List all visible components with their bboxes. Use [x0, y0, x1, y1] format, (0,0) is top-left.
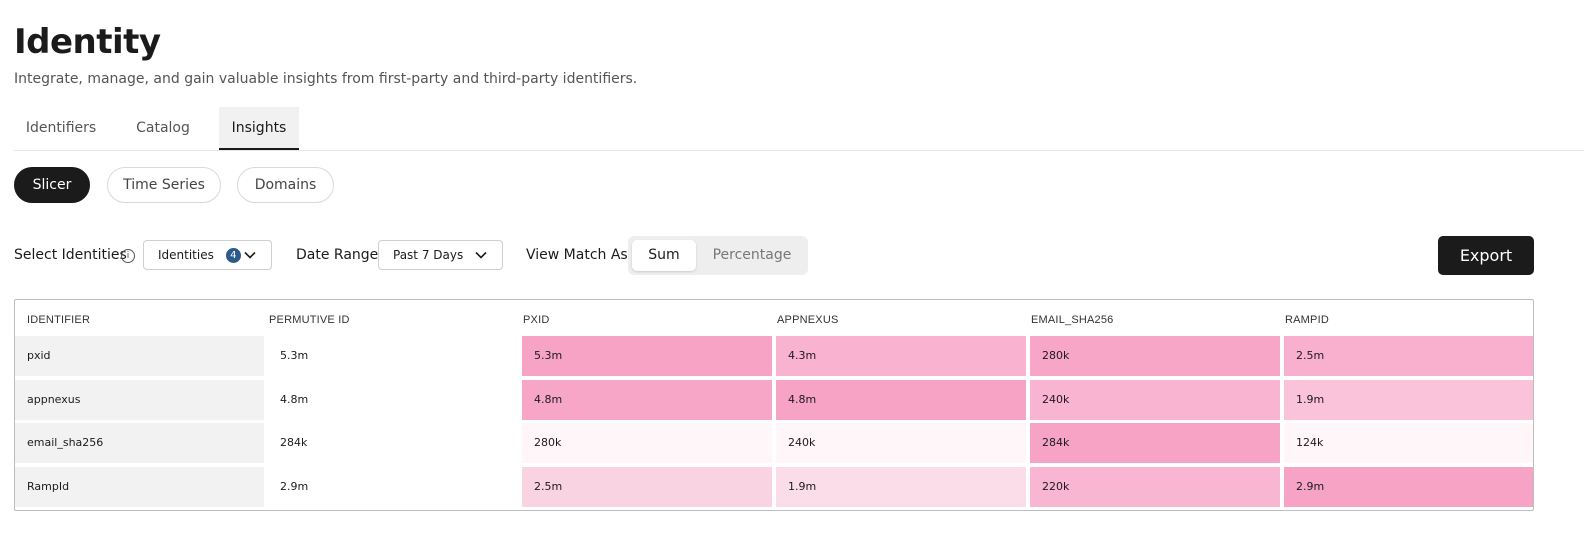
table-cell-value: 1.9m — [776, 467, 1026, 507]
table-cell-value: 2.5m — [1284, 336, 1533, 376]
table-cell-value: 2.5m — [522, 467, 772, 507]
view-match-sum-button[interactable]: Sum — [632, 240, 696, 271]
identities-dropdown[interactable]: Identities 4 — [143, 240, 272, 270]
date-range-label: Date Range: — [296, 247, 384, 263]
table-cell-value: 2.9m — [268, 467, 518, 507]
column-header-email-sha256: EMAIL_SHA256 — [1031, 314, 1114, 326]
tab-insights[interactable]: Insights — [219, 107, 299, 150]
view-domains-button[interactable]: Domains — [237, 167, 334, 203]
table-cell-value: 4.8m — [268, 380, 518, 420]
table-cell-value: 284k — [268, 423, 518, 463]
table-cell-identifier: appnexus — [15, 380, 264, 420]
chevron-down-icon — [244, 251, 256, 259]
tab-catalog[interactable]: Catalog — [118, 107, 208, 150]
table-cell-identifier: pxid — [15, 336, 264, 376]
tab-identifiers[interactable]: Identifiers — [14, 107, 108, 150]
identities-dropdown-value: Identities — [158, 248, 214, 262]
table-cell-value: 4.8m — [776, 380, 1026, 420]
select-identities-label: Select Identities — [14, 247, 127, 263]
table-cell-identifier: email_sha256 — [15, 423, 264, 463]
view-match-label: View Match As: — [526, 247, 633, 263]
page-title: Identity — [14, 22, 161, 62]
tab-bar: Identifiers Catalog Insights — [14, 107, 1584, 151]
table-cell-value: 124k — [1284, 423, 1533, 463]
column-header-pxid: PXID — [523, 314, 550, 326]
table-cell-value: 4.3m — [776, 336, 1026, 376]
view-match-toggle: Sum Percentage — [628, 236, 808, 275]
date-range-dropdown[interactable]: Past 7 Days — [378, 240, 503, 270]
view-match-percentage-button[interactable]: Percentage — [700, 240, 804, 271]
table-cell-value: 4.8m — [522, 380, 772, 420]
table-cell-value: 5.3m — [522, 336, 772, 376]
table-cell-value: 5.3m — [268, 336, 518, 376]
table-cell-value: 240k — [776, 423, 1026, 463]
table-cell-value: 1.9m — [1284, 380, 1533, 420]
view-time-series-button[interactable]: Time Series — [107, 167, 221, 203]
identity-overlap-table: IDENTIFIER PERMUTIVE ID PXID APPNEXUS EM… — [14, 299, 1534, 511]
export-button[interactable]: Export — [1438, 236, 1534, 275]
column-header-permutive-id: PERMUTIVE ID — [269, 314, 350, 326]
table-cell-value: 240k — [1030, 380, 1280, 420]
table-cell-identifier: RampId — [15, 467, 264, 507]
column-header-appnexus: APPNEXUS — [777, 314, 839, 326]
column-header-identifier: IDENTIFIER — [27, 314, 91, 326]
table-cell-value: 2.9m — [1284, 467, 1533, 507]
info-icon[interactable]: i — [121, 249, 135, 263]
identities-count-badge: 4 — [225, 247, 241, 263]
table-cell-value: 280k — [1030, 336, 1280, 376]
table-cell-value: 220k — [1030, 467, 1280, 507]
column-header-rampid: RAMPID — [1285, 314, 1329, 326]
view-slicer-button[interactable]: Slicer — [14, 167, 90, 203]
chevron-down-icon — [475, 251, 487, 259]
table-cell-value: 284k — [1030, 423, 1280, 463]
page-subtitle: Integrate, manage, and gain valuable ins… — [14, 71, 638, 87]
date-range-value: Past 7 Days — [393, 248, 464, 262]
table-cell-value: 280k — [522, 423, 772, 463]
